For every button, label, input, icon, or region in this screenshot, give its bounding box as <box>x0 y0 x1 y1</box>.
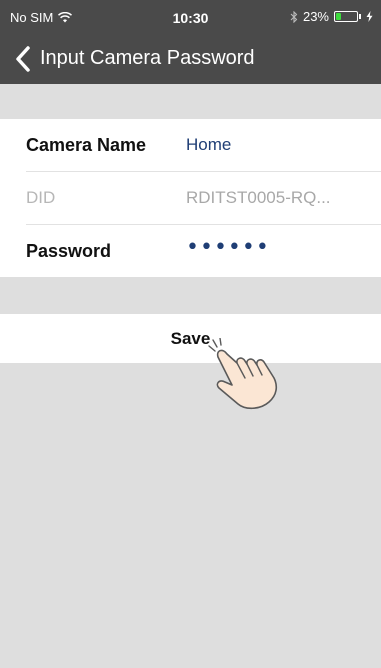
battery-level <box>336 13 341 20</box>
password-label: Password <box>26 241 112 261</box>
save-button[interactable]: Save <box>0 314 381 363</box>
status-bar: No SIM 10:30 23% <box>0 0 381 34</box>
camera-name-label: Camera Name <box>26 135 147 155</box>
battery-tip <box>359 14 361 19</box>
did-row: DID RDITST0005-RQ... <box>0 172 381 224</box>
chevron-left-icon[interactable] <box>14 45 34 73</box>
page-title: Input Camera Password <box>40 47 255 69</box>
pointing-hand-icon <box>208 338 278 410</box>
camera-name-row[interactable]: Camera Name Home <box>0 119 381 171</box>
battery-percent: 23% <box>302 9 329 24</box>
battery-icon <box>334 11 358 22</box>
nav-bar: Input Camera Password <box>0 34 381 84</box>
camera-form: Camera Name Home DID RDITST0005-RQ... Pa… <box>0 119 381 277</box>
did-label: DID <box>26 188 56 207</box>
password-row[interactable]: Password •••••• <box>0 225 381 277</box>
camera-name-value[interactable]: Home <box>186 135 231 155</box>
status-right: 23% <box>290 9 373 24</box>
password-field[interactable]: •••••• <box>186 235 346 260</box>
charging-bolt-icon <box>366 11 373 22</box>
did-value: RDITST0005-RQ... <box>186 188 331 207</box>
bluetooth-icon <box>290 10 298 23</box>
save-section: Save <box>0 314 381 363</box>
